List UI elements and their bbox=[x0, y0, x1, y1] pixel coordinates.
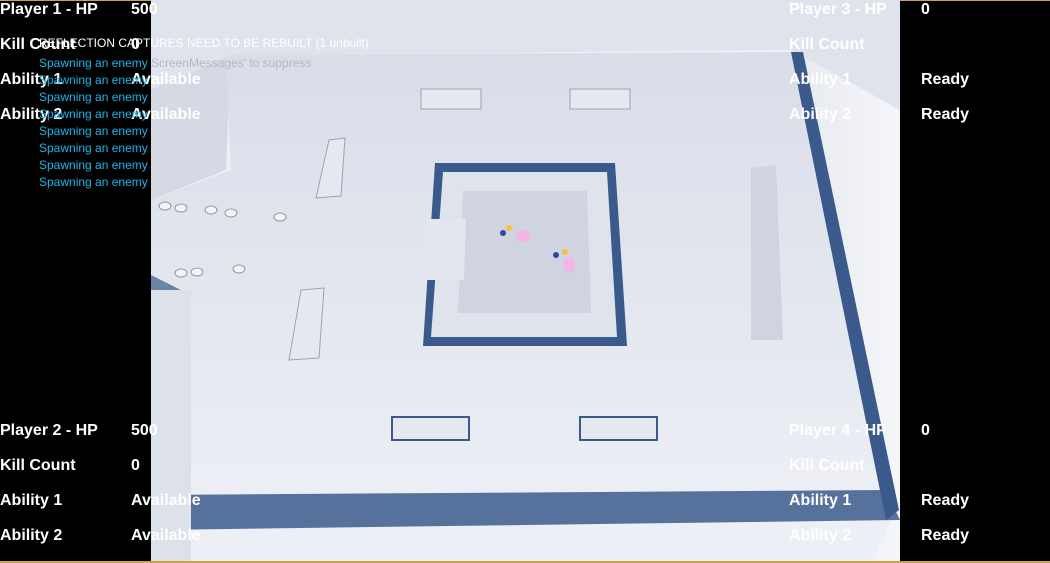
p2-hp-label: Player 2 - HP bbox=[0, 422, 98, 439]
debug-message: Spawning an enemy bbox=[39, 90, 148, 104]
debug-message: Spawning an enemy bbox=[39, 56, 148, 70]
suppress-hint-message: ScreenMessages' to suppress bbox=[151, 56, 312, 70]
p4-ability2-label: Ability 2 bbox=[789, 527, 852, 544]
cover-block bbox=[420, 88, 482, 110]
debug-message: Spawning an enemy bbox=[39, 107, 148, 121]
cover-block bbox=[579, 416, 658, 441]
p3-ability1-value: Ready bbox=[921, 71, 970, 88]
p4-ability1-value: Ready bbox=[921, 492, 970, 509]
p4-hp-value: 0 bbox=[921, 422, 930, 439]
p2-ability2-value: Available bbox=[131, 527, 201, 544]
center-platform bbox=[458, 191, 591, 313]
debug-message: Spawning an enemy bbox=[39, 175, 148, 189]
debug-message: Spawning an enemy bbox=[39, 124, 148, 138]
p3-ability1-label: Ability 1 bbox=[789, 71, 852, 88]
cover-block bbox=[391, 416, 470, 441]
p3-hp-label: Player 3 - HP bbox=[789, 1, 887, 18]
center-block bbox=[423, 219, 466, 280]
p1-hp-value: 500 bbox=[131, 1, 158, 18]
debug-message: Spawning an enemy bbox=[39, 158, 148, 172]
p3-ability2-value: Ready bbox=[921, 106, 970, 123]
p4-kill-label: Kill Count bbox=[789, 457, 865, 474]
p3-kill-label: Kill Count bbox=[789, 36, 865, 53]
p4-ability2-value: Ready bbox=[921, 527, 970, 544]
p2-kill-value: 0 bbox=[131, 457, 140, 474]
debug-message: Spawning an enemy bbox=[39, 141, 148, 155]
p4-ability1-label: Ability 1 bbox=[789, 492, 852, 509]
p2-kill-label: Kill Count bbox=[0, 457, 76, 474]
p1-hp-label: Player 1 - HP bbox=[0, 1, 98, 18]
p2-ability1-value: Available bbox=[131, 492, 201, 509]
p2-ability2-label: Ability 2 bbox=[0, 527, 63, 544]
debug-message: Spawning an enemy bbox=[39, 73, 148, 87]
p4-hp-label: Player 4 - HP bbox=[789, 422, 887, 439]
p2-ability1-label: Ability 1 bbox=[0, 492, 63, 509]
cover-block bbox=[569, 88, 631, 110]
arena-scene bbox=[151, 0, 900, 563]
p2-hp-value: 500 bbox=[131, 422, 158, 439]
game-viewport[interactable] bbox=[151, 0, 900, 563]
p3-hp-value: 0 bbox=[921, 1, 930, 18]
p3-ability2-label: Ability 2 bbox=[789, 106, 852, 123]
reflection-warning-message: REFLECTION CAPTURES NEED TO BE REBUILT (… bbox=[39, 36, 369, 50]
